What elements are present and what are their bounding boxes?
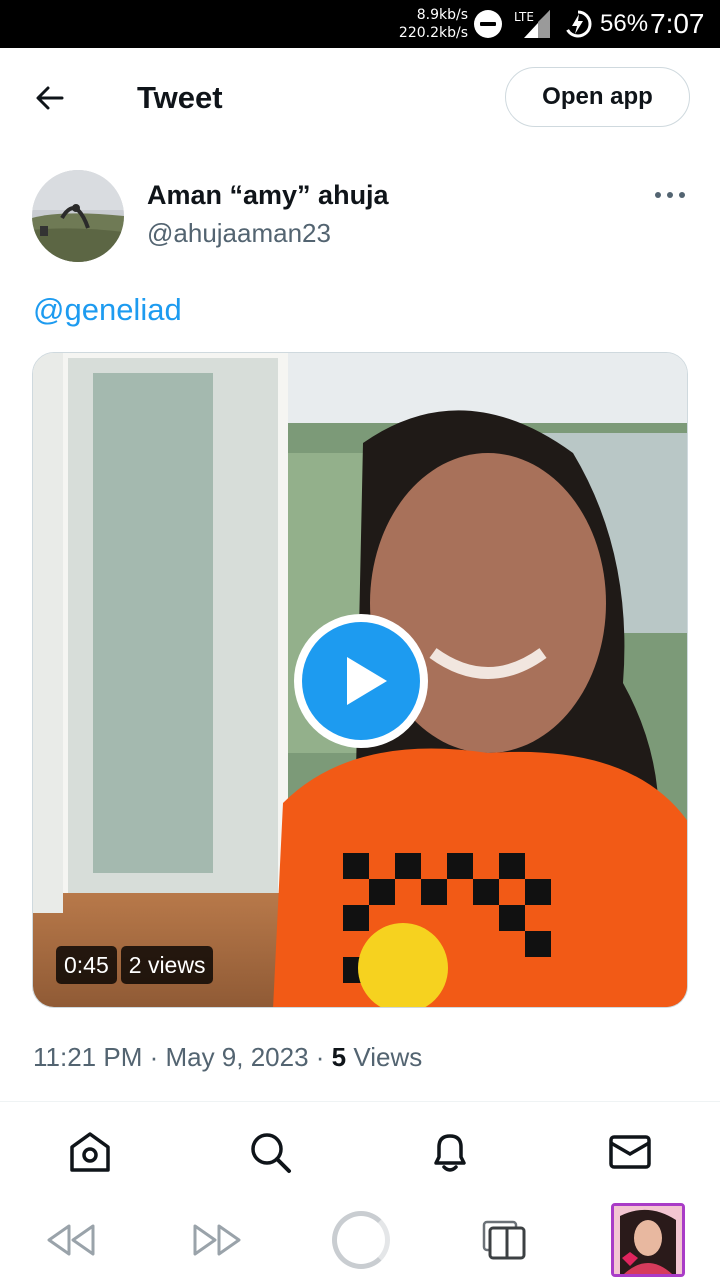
nav-messages[interactable] (606, 1128, 654, 1176)
video-duration: 0:45 (56, 946, 117, 984)
display-name[interactable]: Aman “amy” ahuja (147, 178, 389, 212)
page-title: Tweet (137, 80, 223, 115)
search-icon (251, 1133, 291, 1173)
bell-icon (434, 1134, 466, 1172)
video-views: 2 views (120, 946, 214, 984)
tabs-icon (482, 1220, 526, 1260)
fast-forward-icon (193, 1224, 241, 1256)
video-info: 0:45 2 views (56, 946, 214, 984)
battery-charging-icon (563, 9, 593, 39)
upload-speed: 8.9kb/s (416, 7, 468, 23)
home-icon (70, 1132, 110, 1172)
loading-icon (332, 1211, 390, 1269)
avatar[interactable] (32, 170, 124, 262)
views-label: Views (353, 1042, 423, 1072)
bottom-navigation (0, 1102, 720, 1200)
tweet-text-mention[interactable]: @geneliad (33, 290, 182, 330)
tabs-button[interactable] (478, 1214, 530, 1266)
views-count: 5 (331, 1042, 347, 1072)
clock: 7:07 (650, 8, 705, 39)
tweet-metadata: 11:21 PM · May 9, 2023 · 5 Views (33, 1040, 422, 1074)
status-bar: 8.9kb/s 220.2kb/s LTE 56% 7:07 (0, 0, 720, 48)
tweet-time[interactable]: 11:21 PM (33, 1042, 142, 1072)
page-thumbnail[interactable] (611, 1203, 685, 1277)
back-button[interactable] (28, 76, 72, 120)
mail-icon (609, 1135, 651, 1169)
play-icon (302, 622, 420, 740)
battery-percent: 56% (600, 10, 649, 37)
nav-notifications[interactable] (426, 1128, 474, 1176)
top-app-bar: Tweet Open app (0, 48, 720, 148)
do-not-disturb-icon (474, 10, 502, 38)
user-handle[interactable]: @ahujaaman23 (147, 216, 331, 250)
signal-icon: LTE (512, 8, 552, 40)
nav-home[interactable] (66, 1128, 114, 1176)
download-speed: 220.2kb/s (398, 25, 468, 41)
meta-separator: · (308, 1042, 332, 1072)
browser-toolbar (0, 1200, 720, 1280)
more-horizontal-icon (655, 192, 661, 198)
open-app-button[interactable]: Open app (505, 67, 690, 127)
nav-search[interactable] (246, 1128, 294, 1176)
more-options-button[interactable] (652, 180, 688, 210)
reload-button[interactable] (331, 1210, 391, 1270)
tweet-video[interactable]: 0:45 2 views (32, 352, 688, 1008)
network-speed: 8.9kb/s 220.2kb/s (396, 6, 468, 42)
tweet-date[interactable]: May 9, 2023 (165, 1042, 308, 1072)
forward-navigation-button[interactable] (190, 1216, 244, 1264)
rewind-icon (47, 1224, 95, 1256)
back-navigation-button[interactable] (44, 1216, 98, 1264)
arrow-left-icon (36, 86, 64, 110)
play-button[interactable] (294, 614, 428, 748)
meta-separator: · (142, 1042, 166, 1072)
network-type: LTE (514, 10, 534, 24)
